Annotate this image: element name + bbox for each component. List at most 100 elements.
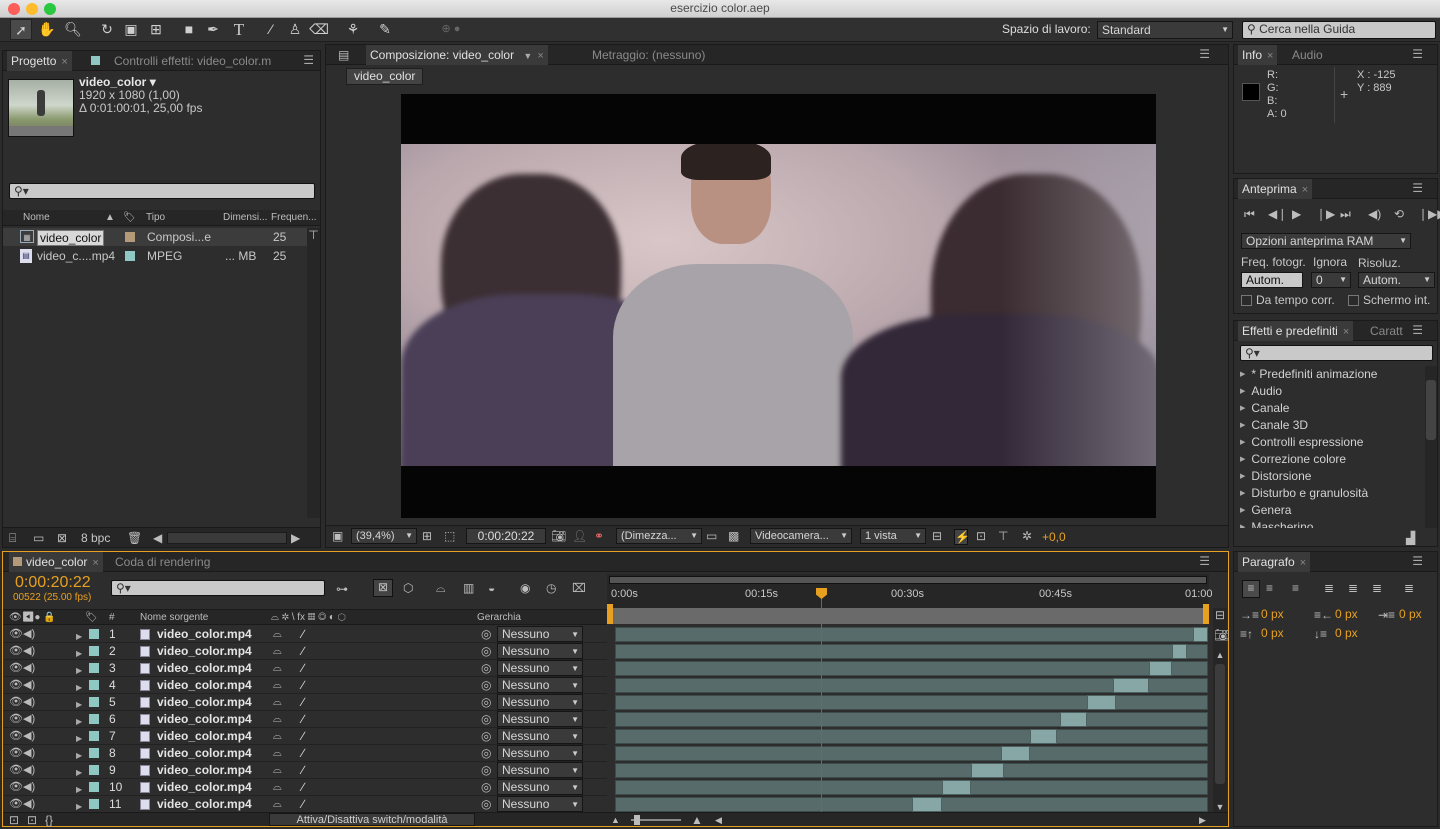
frame-blending-icon[interactable]: ▥	[463, 581, 474, 595]
rectangle-tool-icon[interactable]: ■	[178, 19, 200, 40]
effect-category[interactable]: Canale	[1234, 400, 1424, 417]
layer-duration-bar[interactable]	[615, 729, 1208, 744]
expand-layer-switches-icon[interactable]: ⊡	[9, 813, 19, 827]
layer-segment[interactable]	[1060, 712, 1087, 727]
effects-scrollbar[interactable]	[1425, 366, 1437, 528]
close-window-button[interactable]	[8, 3, 20, 15]
brainstorm-icon[interactable]: ◉	[520, 581, 530, 595]
effect-category[interactable]: Audio	[1234, 383, 1424, 400]
first-frame-icon[interactable]: ⏮	[1244, 207, 1255, 221]
layer-duration-bar[interactable]	[615, 797, 1208, 812]
zoom-select[interactable]: (39,4%)	[351, 528, 417, 544]
tab-footage[interactable]: Metraggio: (nessuno)	[588, 45, 709, 65]
tab-render-queue[interactable]: Coda di rendering	[111, 552, 214, 572]
minimize-window-button[interactable]	[26, 3, 38, 15]
tab-project[interactable]: Progetto ×	[7, 51, 72, 71]
shy-layers-icon[interactable]: ⌓	[436, 581, 446, 595]
transparency-grid-icon[interactable]: ▩	[728, 529, 739, 543]
col-type[interactable]: Tipo	[146, 210, 165, 226]
tab-effect-controls[interactable]: Controlli effetti: video_color.m	[87, 51, 275, 71]
last-frame-icon[interactable]: ⏭	[1340, 207, 1351, 221]
comp-mini-flowchart-icon[interactable]: ⊶	[336, 582, 348, 596]
time-ruler[interactable]: 0:00s 00:15s 00:30s 00:45s 01:00	[607, 574, 1213, 624]
project-search-input[interactable]: ⚲▾	[9, 183, 315, 199]
selection-tool-icon[interactable]: ➚	[10, 19, 32, 40]
layer-duration-bar[interactable]	[615, 763, 1208, 778]
effect-category[interactable]: Disturbo e granulosità	[1234, 485, 1424, 502]
justify-all-icon[interactable]: ≣	[1404, 581, 1414, 595]
panel-menu-icon[interactable]: ☰	[1412, 47, 1423, 61]
layer-duration-bar[interactable]	[615, 627, 1208, 642]
audio-icon[interactable]: ◀)	[1368, 207, 1381, 221]
type-tool-icon[interactable]: T	[228, 19, 250, 40]
project-scrollbar[interactable]: ⊤	[307, 228, 320, 518]
layer-segment[interactable]	[1113, 678, 1149, 693]
col-name[interactable]: Nome	[23, 210, 50, 226]
effect-category[interactable]: Mascherino	[1234, 519, 1424, 528]
scroll-right-icon[interactable]: ▶	[291, 531, 300, 545]
view-layout-select[interactable]: 1 vista	[860, 528, 926, 544]
layer-segment[interactable]	[1172, 644, 1188, 659]
justify-last-right-icon[interactable]: ≣	[1372, 581, 1382, 595]
pan-behind-tool-icon[interactable]: ⊞	[145, 19, 167, 40]
zoom-tool-icon[interactable]: 🔍︎	[62, 19, 84, 40]
justify-last-center-icon[interactable]: ≣	[1348, 581, 1358, 595]
space-after-value[interactable]: 0 px	[1335, 626, 1358, 640]
play-icon[interactable]: ▶	[1292, 207, 1301, 221]
playhead[interactable]	[816, 588, 828, 814]
col-fps[interactable]: Frequen...	[271, 210, 317, 226]
col-parent[interactable]: Gerarchia	[477, 610, 521, 626]
space-before-value[interactable]: 0 px	[1261, 626, 1284, 640]
panel-menu-icon[interactable]: ☰	[1412, 181, 1423, 195]
layer-duration-bar[interactable]	[615, 695, 1208, 710]
project-row[interactable]: ▤ video_c....mp4 MPEG ... MB 25	[3, 247, 308, 265]
always-preview-icon[interactable]: ▣	[332, 529, 343, 543]
interpret-footage-icon[interactable]: ⌸	[9, 531, 16, 545]
justify-last-left-icon[interactable]: ≣	[1324, 581, 1334, 595]
tab-effects-presets[interactable]: Effetti e predefiniti ×	[1238, 321, 1354, 341]
layer-duration-bar[interactable]	[615, 678, 1208, 693]
frame-rate-select[interactable]: Autom.	[1241, 272, 1303, 288]
expand-transfer-controls-icon[interactable]: ⊡	[27, 813, 37, 827]
comp-viewer[interactable]	[401, 94, 1156, 518]
eraser-tool-icon[interactable]: ⌫	[308, 19, 330, 40]
layer-duration-bar[interactable]	[615, 712, 1208, 727]
resolution-select[interactable]: (Dimezza...	[616, 528, 702, 544]
effect-category[interactable]: Canale 3D	[1234, 417, 1424, 434]
exposure-value[interactable]: +0,0	[1042, 530, 1066, 544]
live-update-icon[interactable]: ⊠	[373, 579, 393, 597]
project-row[interactable]: ▦ video_color Composi...e 25	[3, 228, 308, 246]
toggle-switches-modes-button[interactable]: Attiva/Disattiva switch/modalità	[269, 813, 475, 826]
tab-composition[interactable]: Composizione: video_color ▼ ×	[366, 45, 548, 65]
effect-category[interactable]: * Predefiniti animazione	[1234, 366, 1424, 383]
timeline-icon[interactable]: ⊡	[976, 529, 986, 543]
horizontal-scrollbar[interactable]	[167, 532, 287, 544]
timeline-vertical-scrollbar[interactable]: ⊟ 📷︎ ▲ ▼	[1213, 608, 1229, 814]
trash-icon[interactable]: 🗑	[127, 531, 142, 545]
zoom-window-button[interactable]	[44, 3, 56, 15]
new-preset-icon[interactable]: ▟	[1406, 531, 1415, 545]
tab-preview[interactable]: Anteprima ×	[1238, 179, 1313, 199]
label-col-icon[interactable]: 🏷	[123, 210, 136, 226]
layer-segment[interactable]	[912, 797, 942, 812]
bit-depth[interactable]: 8 bpc	[81, 531, 110, 545]
toggle-pixel-aspect-icon[interactable]: ⊟	[932, 529, 942, 543]
hand-tool-icon[interactable]: ✋	[36, 19, 58, 40]
scroll-left-icon[interactable]: ◀	[715, 813, 722, 827]
region-of-interest-icon[interactable]: ▭	[706, 529, 717, 543]
new-comp-icon[interactable]: ⊠	[57, 531, 67, 545]
switches-icons[interactable]: ⌓ ✲ \ fx ▦ ◎ ◐ ⬡	[271, 610, 346, 626]
safe-margins-icon[interactable]: ⊞	[422, 529, 432, 543]
timeline-timecode[interactable]: 0:00:20:22	[15, 574, 91, 592]
ram-preview-icon[interactable]: ❘▶▶	[1418, 207, 1440, 221]
flowchart-icon[interactable]: ⊤	[998, 529, 1008, 543]
current-time-display[interactable]: 0:00:20:22	[466, 528, 546, 544]
tab-audio[interactable]: Audio	[1288, 45, 1327, 65]
zoom-in-icon[interactable]: ▲	[691, 813, 703, 827]
motion-blur-icon[interactable]: ◒	[488, 581, 495, 595]
layer-segment[interactable]	[1193, 627, 1208, 642]
layer-segment[interactable]	[1000, 746, 1031, 761]
comp-button-icon[interactable]: ⊟	[1214, 608, 1226, 622]
layer-segment[interactable]	[941, 780, 972, 795]
work-area-range[interactable]	[609, 608, 1207, 624]
